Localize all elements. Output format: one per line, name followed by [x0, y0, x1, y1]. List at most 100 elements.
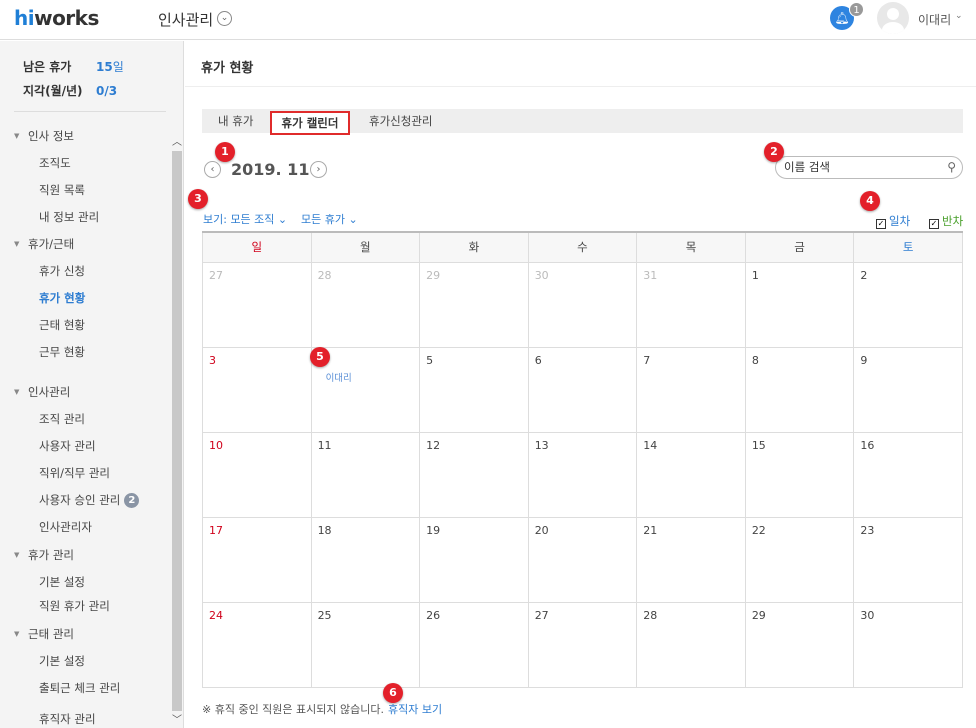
- sidebar-item[interactable]: 사용자 승인 관리 2: [39, 492, 140, 508]
- checkbox-checked-icon[interactable]: ✓: [876, 219, 886, 229]
- sidebar-scrollbar[interactable]: ︿ ﹀: [171, 131, 183, 728]
- calendar-day-cell[interactable]: 21: [636, 516, 746, 603]
- calendar-day-cell[interactable]: 29: [419, 261, 529, 348]
- module-title[interactable]: 인사관리: [158, 9, 213, 30]
- sidebar-group[interactable]: ▼ 휴가 관리: [14, 547, 74, 563]
- leave-type-filter-dropdown[interactable]: 모든 휴가 ⌄: [301, 211, 358, 227]
- sidebar-item[interactable]: 조직 관리: [39, 411, 85, 427]
- tab-my-leave[interactable]: 내 휴가: [218, 109, 253, 133]
- calendar-day-cell[interactable]: 10: [202, 431, 312, 518]
- day-number: 7: [643, 353, 651, 367]
- sidebar-item[interactable]: 직위/직무 관리: [39, 465, 110, 481]
- scrollbar-thumb[interactable]: [172, 151, 182, 711]
- view-on-leave-link[interactable]: 휴직자 보기: [388, 703, 442, 716]
- sidebar-item[interactable]: 휴가 현황: [39, 290, 85, 306]
- marker-5: 5: [310, 347, 330, 367]
- hiworks-logo[interactable]: hiworks: [14, 6, 99, 30]
- calendar-day-cell[interactable]: 31: [636, 261, 746, 348]
- leave-event[interactable]: 이대리: [326, 370, 414, 384]
- calendar-day-cell[interactable]: 8: [744, 346, 855, 433]
- tab-leave-calendar[interactable]: 휴가 캘린더: [270, 111, 350, 135]
- sidebar-group[interactable]: ▼ 인사 정보: [14, 128, 74, 144]
- avatar[interactable]: [877, 2, 909, 34]
- sidebar-item[interactable]: 사용자 관리: [39, 438, 96, 454]
- weekday-header: 월: [310, 231, 421, 263]
- prev-month-button[interactable]: ‹: [204, 161, 221, 178]
- calendar-day-cell[interactable]: 30: [527, 261, 638, 348]
- sidebar-group[interactable]: ▼ 근태 관리: [14, 626, 74, 642]
- tab-leave-request-management[interactable]: 휴가신청관리: [369, 109, 432, 133]
- calendar-day-cell[interactable]: 1: [744, 261, 855, 348]
- calendar-day-cell[interactable]: 9: [853, 346, 963, 433]
- checkbox-checked-icon[interactable]: ✓: [929, 219, 939, 229]
- sidebar-item[interactable]: 기본 설정: [39, 574, 85, 590]
- caret-down-icon: ▼: [14, 551, 20, 559]
- calendar-week-row: 17 18 19 20 21 22 23: [202, 516, 963, 603]
- sidebar-item-label: 근무 현황: [39, 345, 85, 359]
- search-icon[interactable]: ⚲: [947, 160, 956, 174]
- sidebar-item-label: 사용자 승인 관리: [39, 493, 121, 507]
- sidebar-item[interactable]: 직원 목록: [39, 182, 85, 198]
- calendar-day-cell[interactable]: 17: [202, 516, 312, 603]
- leave-summary: 남은 휴가 15일 지각(월/년) 0/3: [23, 58, 124, 106]
- calendar-day-cell[interactable]: 20: [527, 516, 638, 603]
- calendar-day-cell[interactable]: 29: [744, 601, 855, 688]
- calendar-day-cell[interactable]: 18: [310, 516, 421, 603]
- day-number: 17: [209, 523, 223, 537]
- day-number: 9: [860, 353, 868, 367]
- calendar-day-cell[interactable]: 28: [636, 601, 746, 688]
- org-filter-dropdown[interactable]: 보기: 모든 조직 ⌄: [203, 211, 287, 227]
- full-day-checkbox[interactable]: ✓ 일차: [876, 213, 910, 229]
- caret-down-icon: ▼: [14, 388, 20, 396]
- calendar-day-cell[interactable]: 24: [202, 601, 312, 688]
- username[interactable]: 이대리: [918, 11, 951, 28]
- chevron-up-icon[interactable]: ︿: [172, 133, 182, 148]
- calendar-day-cell[interactable]: 3: [202, 346, 312, 433]
- calendar-day-cell[interactable]: 15: [744, 431, 855, 518]
- calendar-day-cell[interactable]: 13: [527, 431, 638, 518]
- half-day-checkbox[interactable]: ✓ 반차: [929, 213, 963, 229]
- day-number: 20: [534, 523, 549, 537]
- calendar-day-cell[interactable]: 16: [853, 431, 963, 518]
- calendar-day-cell[interactable]: 7: [636, 346, 746, 433]
- sidebar-item[interactable]: 근태 현황: [39, 317, 85, 333]
- sidebar-item[interactable]: 기본 설정: [39, 653, 85, 669]
- sidebar-item[interactable]: 직원 휴가 관리: [39, 598, 110, 614]
- calendar-day-cell[interactable]: 27: [527, 601, 638, 688]
- calendar-day-cell[interactable]: 22: [744, 516, 855, 603]
- calendar-day-cell[interactable]: 2: [853, 261, 963, 348]
- day-number: 14: [643, 438, 658, 452]
- search-input[interactable]: [784, 160, 934, 174]
- sidebar-item[interactable]: 출퇴근 체크 관리: [39, 680, 120, 696]
- calendar-day-cell[interactable]: 19: [419, 516, 529, 603]
- sidebar-item-label: 출퇴근 체크 관리: [39, 681, 121, 695]
- sidebar-item[interactable]: 내 정보 관리: [39, 209, 99, 225]
- calendar-day-cell[interactable]: 5: [419, 346, 529, 433]
- sidebar-item-label: 조직도: [39, 156, 71, 170]
- calendar-day-cell[interactable]: 12: [419, 431, 529, 518]
- sidebar-item[interactable]: 근무 현황: [39, 344, 85, 360]
- chevron-down-icon[interactable]: ﹀: [172, 711, 182, 726]
- calendar-day-cell[interactable]: 6: [527, 346, 638, 433]
- calendar-day-cell[interactable]: 27: [202, 261, 312, 348]
- user-menu-chevron-icon[interactable]: ⌄: [955, 11, 963, 21]
- weekday-header: 일: [202, 231, 312, 263]
- calendar-day-cell[interactable]: 14: [636, 431, 746, 518]
- sidebar-item[interactable]: 인사관리자: [39, 519, 92, 535]
- sidebar-item[interactable]: 휴직자 관리: [39, 711, 96, 727]
- chevron-down-icon[interactable]: ⌄: [217, 11, 232, 26]
- calendar-day-cell[interactable]: 28: [310, 261, 421, 348]
- sidebar-group[interactable]: ▼ 휴가/근태: [14, 236, 74, 252]
- calendar-day-cell[interactable]: 25: [310, 601, 421, 688]
- sidebar-item[interactable]: 조직도: [39, 155, 71, 171]
- calendar-day-cell[interactable]: 23: [853, 516, 963, 603]
- day-number: 27: [534, 608, 549, 622]
- sidebar-item[interactable]: 휴가 신청: [39, 263, 85, 279]
- day-number: 28: [643, 608, 658, 622]
- calendar-day-cell[interactable]: 11: [310, 431, 421, 518]
- sidebar-group[interactable]: ▼ 인사관리: [14, 384, 70, 400]
- next-month-button[interactable]: ›: [310, 161, 327, 178]
- calendar-day-cell[interactable]: 30: [853, 601, 963, 688]
- calendar-day-cell[interactable]: 26: [419, 601, 529, 688]
- day-number: 2: [860, 268, 868, 282]
